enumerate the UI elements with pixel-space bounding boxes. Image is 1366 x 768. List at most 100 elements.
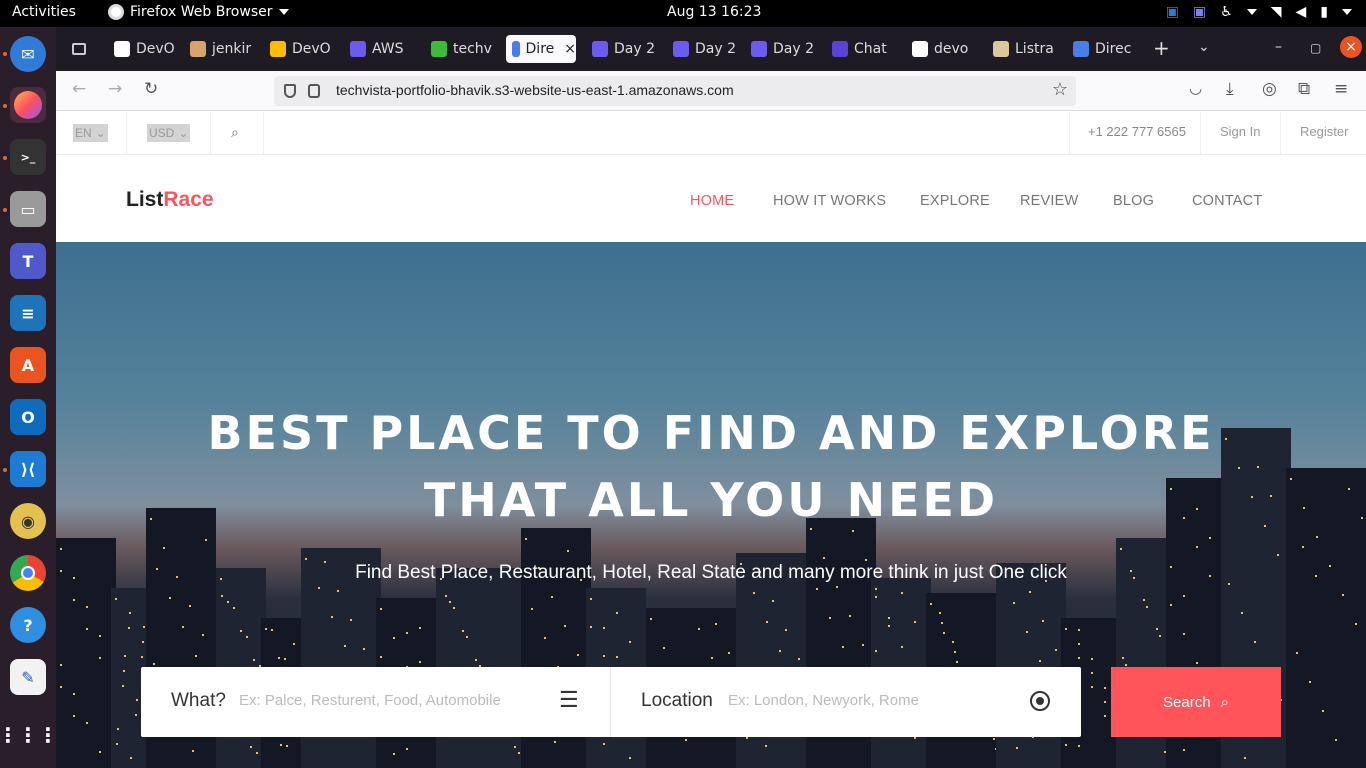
site-icon bbox=[512, 41, 520, 57]
browser-tab[interactable]: AWS bbox=[344, 35, 420, 63]
lit-window bbox=[205, 539, 207, 541]
list-icon[interactable]: ☰ bbox=[559, 687, 579, 713]
account-icon[interactable]: ◎ bbox=[1262, 79, 1277, 99]
location-input[interactable]: Ex: London, Newyork, Rome bbox=[728, 692, 919, 709]
maximize-button[interactable]: ▢ bbox=[1310, 41, 1321, 55]
browser-tab[interactable]: jenkir bbox=[184, 35, 260, 63]
lit-window bbox=[284, 658, 286, 660]
search-icon[interactable]: ⌕ bbox=[231, 124, 239, 141]
browser-tab[interactable]: Day 2 bbox=[745, 35, 821, 63]
lit-window bbox=[914, 737, 916, 739]
phone-number: +1 222 777 6565 bbox=[1088, 124, 1186, 139]
system-tray[interactable]: ▣ ▣ ♿ ◥ ◀ ▮ bbox=[1166, 4, 1352, 20]
tab-label: Day 2 bbox=[695, 41, 737, 57]
activities-button[interactable]: Activities bbox=[12, 4, 76, 20]
browser-tab[interactable]: Direc bbox=[1067, 35, 1143, 63]
nav-home[interactable]: HOME bbox=[690, 193, 734, 209]
lit-window bbox=[663, 647, 665, 649]
hero-title-line-2: THAT ALL YOU NEED bbox=[423, 473, 999, 527]
teams-icon[interactable]: T bbox=[10, 243, 46, 279]
accessibility-icon[interactable]: ♿ bbox=[1220, 4, 1233, 20]
browser-tab[interactable]: devo bbox=[906, 35, 982, 63]
minimize-button[interactable]: – bbox=[1275, 39, 1282, 55]
back-button[interactable]: ← bbox=[72, 79, 86, 99]
lit-window bbox=[849, 615, 851, 617]
chrome-icon[interactable] bbox=[10, 555, 46, 591]
writer-icon[interactable]: ≡ bbox=[10, 295, 46, 331]
sign-in-link[interactable]: Sign In bbox=[1220, 124, 1260, 139]
vscode-icon[interactable]: ⟩⟨ bbox=[10, 451, 46, 487]
search-button[interactable]: Search ⌕ bbox=[1111, 667, 1281, 737]
tab-bar: DevO jenkir DevO AWS techv Dire × Day 2 Day 2 Day… bbox=[56, 27, 1366, 71]
lit-window bbox=[551, 596, 553, 598]
divider bbox=[126, 112, 127, 155]
list-tabs-icon[interactable]: ⌄ bbox=[1198, 39, 1210, 55]
url-bar[interactable]: techvista-portfolio-bhavik.s3-website-us… bbox=[274, 76, 1076, 106]
lit-window bbox=[1078, 643, 1080, 645]
nav-blog[interactable]: BLOG bbox=[1113, 193, 1154, 209]
volume-icon[interactable]: ◀ bbox=[1296, 4, 1307, 20]
downloads-icon[interactable]: ⤓ bbox=[1226, 79, 1234, 99]
site-logo[interactable]: ListRace bbox=[126, 188, 214, 212]
currency-select[interactable]: USD ⌄ bbox=[147, 124, 191, 142]
nav-explore[interactable]: EXPLORE bbox=[920, 193, 990, 209]
nav-how-it-works[interactable]: HOW IT WORKS bbox=[773, 193, 886, 209]
app-menu[interactable]: Firefox Web Browser bbox=[108, 4, 289, 20]
terminal-icon[interactable]: >_ bbox=[10, 139, 46, 175]
lit-window bbox=[293, 643, 295, 645]
what-input[interactable]: Ex: Palce, Resturent, Food, Automobile bbox=[239, 692, 501, 709]
browser-tab[interactable]: DevO bbox=[108, 35, 184, 63]
thunderbird-icon[interactable]: ✉ bbox=[10, 36, 46, 72]
lit-window bbox=[766, 621, 768, 623]
pocket-icon[interactable]: ◡ bbox=[1189, 79, 1202, 97]
app-grid-icon[interactable]: ⋮⋮⋮ bbox=[0, 717, 58, 753]
close-tab-icon[interactable]: × bbox=[564, 41, 576, 57]
lit-window bbox=[380, 656, 382, 658]
language-select[interactable]: EN ⌄ bbox=[73, 124, 108, 142]
browser-tab[interactable]: Day 2 bbox=[586, 35, 662, 63]
lit-window bbox=[746, 737, 748, 739]
url-text[interactable]: techvista-portfolio-bhavik.s3-website-us… bbox=[336, 82, 734, 98]
register-link[interactable]: Register bbox=[1300, 124, 1348, 139]
outlook-icon[interactable]: O bbox=[10, 399, 46, 435]
browser-tab[interactable]: DevO bbox=[264, 35, 340, 63]
lit-window bbox=[406, 632, 408, 634]
close-window-button[interactable]: × bbox=[1340, 36, 1362, 58]
web-page: EN ⌄ USD ⌄ ⌕ +1 222 777 6565 Sign In Regis… bbox=[56, 112, 1366, 768]
tracking-shield-icon[interactable] bbox=[284, 84, 296, 98]
text-editor-icon[interactable]: ✎ bbox=[10, 659, 46, 695]
wifi-icon[interactable]: ◥ bbox=[1271, 4, 1282, 20]
github-icon bbox=[114, 41, 130, 57]
clock[interactable]: Aug 13 16:23 bbox=[667, 4, 761, 20]
bookmark-star-icon[interactable]: ☆ bbox=[1052, 79, 1068, 100]
doc-icon bbox=[751, 41, 767, 57]
battery-icon[interactable]: ▮ bbox=[1320, 4, 1328, 20]
rhythmbox-icon[interactable]: ◉ bbox=[10, 503, 46, 539]
browser-tab[interactable]: Listra bbox=[987, 35, 1063, 63]
teams-tray-icon[interactable]: ▣ bbox=[1193, 4, 1206, 20]
outlook-tray-icon[interactable]: ▣ bbox=[1166, 4, 1179, 20]
lit-window bbox=[1209, 537, 1211, 539]
nav-contact[interactable]: CONTACT bbox=[1192, 193, 1262, 209]
menu-icon[interactable]: ≡ bbox=[1334, 79, 1348, 99]
app-store-icon[interactable]: A bbox=[10, 347, 46, 383]
tab-overview-icon[interactable] bbox=[66, 35, 88, 63]
files-icon[interactable]: ▭ bbox=[10, 191, 46, 227]
help-icon[interactable]: ? bbox=[10, 607, 46, 643]
new-tab-button[interactable]: + bbox=[1153, 36, 1170, 60]
lit-window bbox=[1078, 629, 1080, 631]
firefox-dock-icon[interactable] bbox=[10, 87, 46, 123]
lit-window bbox=[350, 619, 352, 621]
browser-tab[interactable]: Chat bbox=[826, 35, 902, 63]
nav-review[interactable]: REVIEW bbox=[1020, 193, 1078, 209]
dock: ✉ >_ ▭ T ≡ A O ⟩⟨ ◉ ? ✎ ⋮⋮⋮ bbox=[0, 27, 58, 768]
extensions-icon[interactable]: ⧉ bbox=[1298, 79, 1310, 99]
browser-tab[interactable]: Dire × bbox=[506, 35, 576, 63]
reload-button[interactable]: ↻ bbox=[144, 79, 158, 99]
lock-icon[interactable] bbox=[308, 84, 320, 98]
forward-button[interactable]: → bbox=[108, 79, 122, 99]
browser-tab[interactable]: Day 2 bbox=[667, 35, 743, 63]
browser-tab[interactable]: techv bbox=[425, 35, 501, 63]
locate-icon[interactable] bbox=[1030, 691, 1050, 711]
chevron-down-icon bbox=[1246, 9, 1257, 15]
